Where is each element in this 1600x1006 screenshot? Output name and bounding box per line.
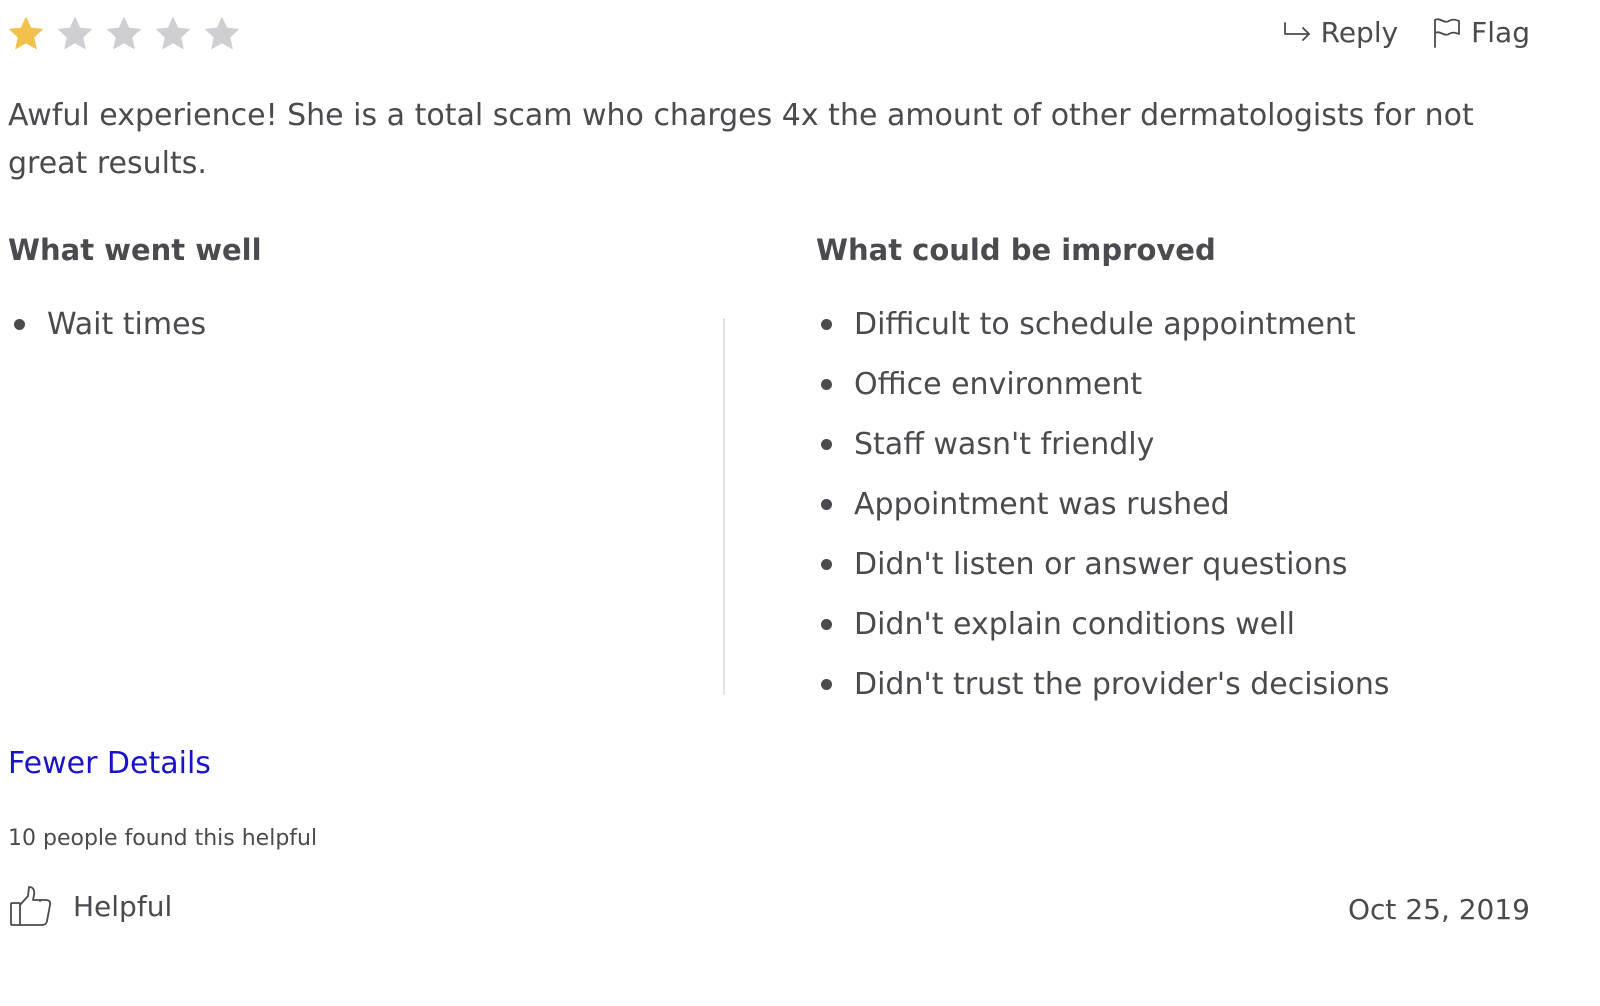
- list-item-text: Appointment was rushed: [854, 486, 1230, 522]
- star-empty-icon: [55, 14, 95, 54]
- list-item: Staff wasn't friendly: [813, 414, 1390, 474]
- bullet-dot: [821, 618, 832, 630]
- reply-button[interactable]: Reply: [1282, 16, 1399, 49]
- list-item: Didn't explain conditions well: [813, 594, 1390, 654]
- star-filled-icon: [6, 14, 46, 54]
- star-empty-icon: [104, 14, 144, 54]
- star-rating: [6, 14, 242, 54]
- helpful-label: Helpful: [73, 889, 173, 923]
- helpful-count: 10 people found this helpful: [8, 826, 318, 851]
- list-item-text: Didn't listen or answer questions: [854, 546, 1348, 582]
- flag-button[interactable]: Flag: [1432, 16, 1530, 49]
- helpful-button[interactable]: Helpful: [9, 884, 172, 928]
- review-actions: Reply Flag: [1282, 16, 1530, 49]
- review-text: Awful experience! She is a total scam wh…: [8, 98, 1474, 181]
- thumbs-up-icon: [9, 884, 53, 928]
- review-date: Oct 25, 2019: [1348, 893, 1530, 926]
- list-item: Difficult to schedule appointment: [813, 294, 1390, 354]
- list-item-text: Didn't trust the provider's decisions: [854, 666, 1390, 702]
- went-well-heading: What went well: [8, 233, 262, 267]
- could-improve-list: Difficult to schedule appointment Office …: [813, 294, 1390, 714]
- list-item-text: Office environment: [854, 366, 1143, 402]
- bullet-dot: [14, 318, 25, 330]
- list-item: Didn't trust the provider's decisions: [813, 654, 1390, 714]
- flag-icon: [1432, 17, 1462, 49]
- bullet-dot: [821, 318, 832, 330]
- star-empty-icon: [202, 14, 242, 54]
- bullet-dot: [821, 438, 832, 450]
- list-item: Wait times: [6, 294, 206, 354]
- bullet-dot: [821, 498, 832, 510]
- star-empty-icon: [153, 14, 193, 54]
- list-item: Office environment: [813, 354, 1390, 414]
- list-item-text: Wait times: [47, 306, 207, 342]
- bullet-dot: [821, 378, 832, 390]
- flag-label: Flag: [1471, 16, 1530, 49]
- bullet-dot: [821, 558, 832, 570]
- list-item: Appointment was rushed: [813, 474, 1390, 534]
- list-item: Didn't listen or answer questions: [813, 534, 1390, 594]
- list-item-text: Didn't explain conditions well: [854, 606, 1295, 642]
- went-well-list: Wait times: [6, 294, 206, 354]
- reply-label: Reply: [1320, 16, 1399, 49]
- could-improve-heading: What could be improved: [816, 233, 1216, 267]
- column-divider: [723, 318, 725, 695]
- bullet-dot: [821, 678, 832, 690]
- fewer-details-link[interactable]: Fewer Details: [8, 746, 211, 781]
- reply-arrow-icon: [1282, 21, 1312, 45]
- list-item-text: Staff wasn't friendly: [854, 426, 1155, 462]
- list-item-text: Difficult to schedule appointment: [854, 306, 1356, 342]
